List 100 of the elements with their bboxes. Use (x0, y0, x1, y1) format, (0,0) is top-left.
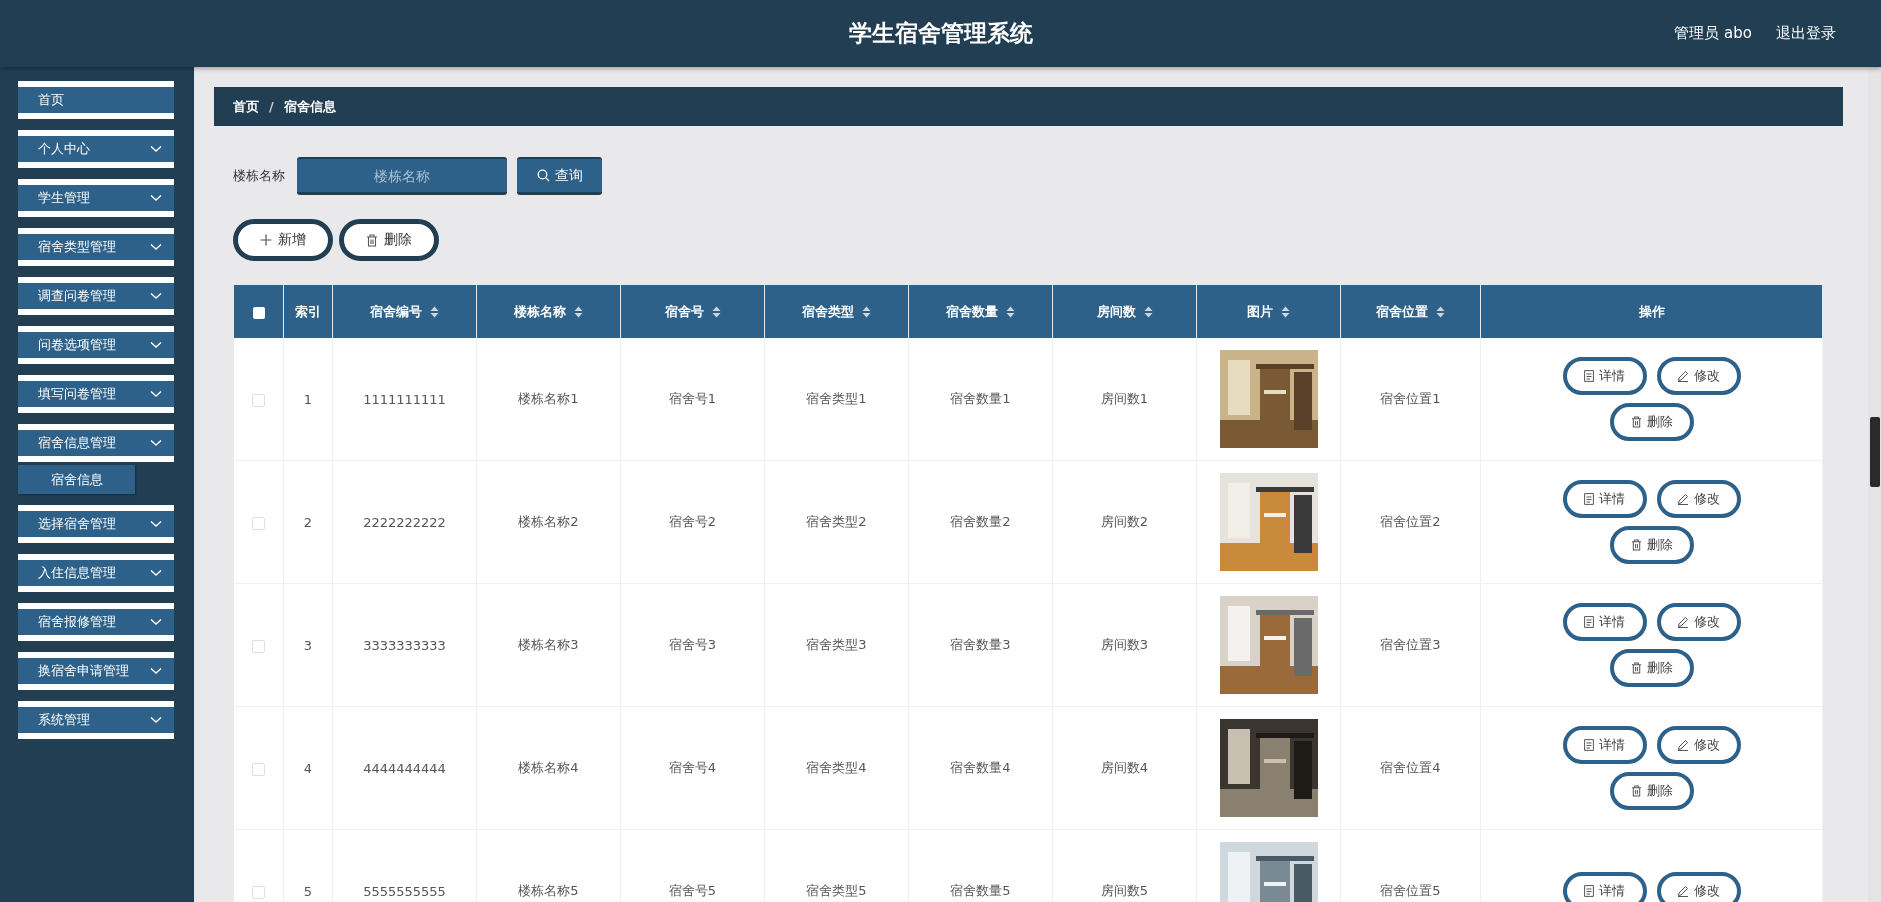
table-cell: 楼栋名称3 (518, 637, 579, 652)
sort-icon[interactable] (1143, 305, 1153, 318)
pencil-icon (1677, 739, 1689, 751)
menu-item[interactable]: 调查问卷管理 (18, 277, 174, 315)
submenu-item[interactable]: 宿舍信息 (18, 465, 135, 494)
delete-button[interactable]: 删除 (1609, 526, 1694, 564)
add-button[interactable]: 新增 (233, 219, 333, 261)
column-header: 房间数 (1096, 302, 1136, 321)
trash-icon (1630, 416, 1642, 428)
app-title: 学生宿舍管理系统 (848, 19, 1033, 48)
menu-item[interactable]: 宿舍报修管理 (18, 603, 174, 641)
table-cell: 房间数4 (1100, 760, 1149, 775)
menu-item[interactable]: 宿舍信息管理 (18, 424, 174, 462)
scrollbar[interactable] (1868, 67, 1881, 902)
edit-button[interactable]: 修改 (1656, 726, 1741, 764)
logout-link[interactable]: 退出登录 (1776, 24, 1836, 43)
search-button[interactable]: 查询 (517, 157, 602, 195)
row-checkbox[interactable] (252, 393, 265, 407)
table-cell: 4444444444 (363, 760, 446, 776)
table-cell: 楼栋名称4 (518, 760, 579, 775)
chevron-icon (150, 520, 162, 528)
delete-button[interactable]: 删除 (1609, 649, 1694, 687)
delete-button[interactable]: 删除 (1609, 403, 1694, 441)
table-cell: 1111111111 (363, 391, 446, 407)
table-cell: 宿舍号1 (668, 391, 717, 406)
table-cell: 宿舍数量3 (950, 637, 1011, 652)
column-header: 操作 (1638, 302, 1665, 321)
row-checkbox[interactable] (252, 885, 265, 899)
user-name: 管理员 abo (1674, 24, 1752, 43)
sort-icon[interactable] (711, 305, 721, 318)
document-icon (1584, 885, 1594, 897)
table-cell: 宿舍位置5 (1380, 883, 1441, 898)
breadcrumb-separator: / (269, 99, 274, 114)
sort-icon[interactable] (1281, 305, 1290, 318)
detail-button[interactable]: 详情 (1562, 872, 1647, 902)
edit-button[interactable]: 修改 (1656, 872, 1741, 902)
table-cell: 3333333333 (363, 637, 446, 653)
table-cell: 宿舍类型2 (806, 514, 867, 529)
table-cell: 1 (303, 391, 313, 407)
menu-item[interactable]: 问卷选项管理 (18, 326, 174, 364)
edit-button[interactable]: 修改 (1656, 603, 1741, 641)
edit-button[interactable]: 修改 (1656, 480, 1741, 518)
detail-button[interactable]: 详情 (1562, 726, 1647, 764)
sort-icon[interactable] (574, 305, 583, 318)
chevron-icon (150, 194, 162, 202)
delete-button[interactable]: 删除 (339, 219, 439, 261)
select-all-checkbox[interactable] (252, 306, 265, 319)
breadcrumb-link[interactable]: 首页 (233, 97, 259, 116)
chevron-icon (150, 667, 162, 675)
table-cell: 宿舍号4 (668, 760, 717, 775)
chevron-icon (150, 716, 162, 724)
row-checkbox[interactable] (252, 762, 265, 776)
sort-icon[interactable] (430, 305, 439, 318)
pencil-icon (1677, 370, 1689, 382)
chevron-icon (150, 243, 162, 251)
menu-item[interactable]: 首页 (18, 81, 174, 119)
table-cell: 宿舍位置1 (1380, 391, 1441, 406)
pencil-icon (1677, 885, 1689, 897)
menu-item[interactable]: 填写问卷管理 (18, 375, 174, 413)
menu-item[interactable]: 学生管理 (18, 179, 174, 217)
table-cell: 房间数2 (1100, 514, 1149, 529)
detail-button[interactable]: 详情 (1562, 603, 1647, 641)
detail-button[interactable]: 详情 (1562, 357, 1647, 395)
chevron-icon (150, 145, 162, 153)
table-cell: 宿舍类型3 (806, 637, 867, 652)
chevron-icon (150, 292, 162, 300)
menu-item[interactable]: 个人中心 (18, 130, 174, 168)
column-header: 楼栋名称 (514, 302, 566, 321)
scrollbar-thumb[interactable] (1870, 417, 1880, 487)
sort-icon[interactable] (1436, 305, 1445, 318)
search-icon (536, 169, 550, 182)
chevron-icon (150, 341, 162, 349)
table-cell: 宿舍号2 (668, 514, 717, 529)
row-checkbox[interactable] (252, 516, 265, 530)
table-cell: 楼栋名称1 (518, 391, 579, 406)
table-cell: 宿舍数量1 (950, 391, 1011, 406)
search-field[interactable]: 楼栋名称 (297, 157, 507, 195)
breadcrumb-link[interactable]: 宿舍信息 (283, 97, 336, 116)
document-icon (1584, 739, 1594, 751)
menu-item[interactable]: 宿舍类型管理 (18, 228, 174, 266)
table-cell: 宿舍位置3 (1380, 637, 1441, 652)
menu-item[interactable]: 选择宿舍管理 (18, 505, 174, 543)
edit-button[interactable]: 修改 (1656, 357, 1741, 395)
table-cell: 宿舍号3 (668, 637, 717, 652)
sort-icon[interactable] (862, 305, 871, 318)
row-checkbox[interactable] (252, 639, 265, 653)
table-cell: 2222222222 (363, 514, 446, 530)
delete-button[interactable]: 删除 (1609, 772, 1694, 810)
sort-icon[interactable] (1006, 305, 1015, 318)
menu-item[interactable]: 系统管理 (18, 701, 174, 739)
column-header: 宿舍编号 (370, 302, 422, 321)
menu-item[interactable]: 入住信息管理 (18, 554, 174, 592)
table-cell: 宿舍类型5 (806, 883, 867, 898)
chevron-icon (150, 439, 162, 447)
table-cell: 宿舍数量2 (950, 514, 1011, 529)
table-cell: 宿舍号5 (668, 883, 717, 898)
menu-item[interactable]: 换宿舍申请管理 (18, 652, 174, 690)
table-cell: 房间数5 (1100, 883, 1149, 898)
detail-button[interactable]: 详情 (1562, 480, 1647, 518)
table-cell: 房间数3 (1100, 637, 1149, 652)
